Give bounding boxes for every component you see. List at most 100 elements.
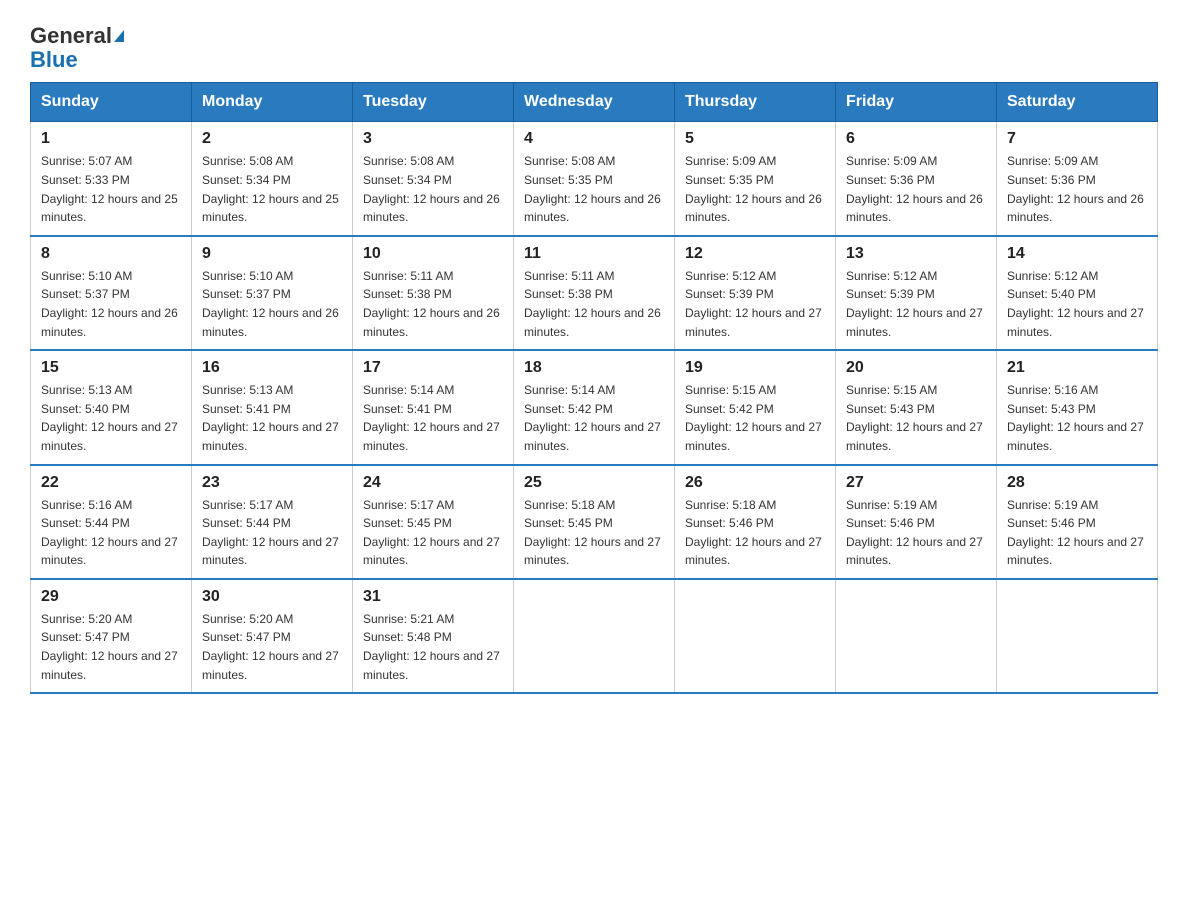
day-number: 4 [524,130,664,148]
calendar-cell: 10 Sunrise: 5:11 AMSunset: 5:38 PMDaylig… [353,236,514,350]
day-info: Sunrise: 5:11 AMSunset: 5:38 PMDaylight:… [363,269,500,339]
calendar-week-row: 29 Sunrise: 5:20 AMSunset: 5:47 PMDaylig… [31,579,1158,693]
day-info: Sunrise: 5:15 AMSunset: 5:42 PMDaylight:… [685,383,822,453]
day-info: Sunrise: 5:20 AMSunset: 5:47 PMDaylight:… [202,612,339,682]
day-number: 23 [202,474,342,492]
logo: General Blue [30,20,124,72]
calendar-cell: 1 Sunrise: 5:07 AMSunset: 5:33 PMDayligh… [31,122,192,236]
day-number: 25 [524,474,664,492]
day-info: Sunrise: 5:17 AMSunset: 5:45 PMDaylight:… [363,498,500,568]
calendar-cell: 3 Sunrise: 5:08 AMSunset: 5:34 PMDayligh… [353,122,514,236]
day-info: Sunrise: 5:14 AMSunset: 5:42 PMDaylight:… [524,383,661,453]
day-info: Sunrise: 5:21 AMSunset: 5:48 PMDaylight:… [363,612,500,682]
day-info: Sunrise: 5:19 AMSunset: 5:46 PMDaylight:… [1007,498,1144,568]
calendar-cell [675,579,836,693]
day-number: 9 [202,245,342,263]
day-info: Sunrise: 5:16 AMSunset: 5:44 PMDaylight:… [41,498,178,568]
day-number: 14 [1007,245,1147,263]
calendar-cell: 19 Sunrise: 5:15 AMSunset: 5:42 PMDaylig… [675,350,836,464]
calendar-cell: 15 Sunrise: 5:13 AMSunset: 5:40 PMDaylig… [31,350,192,464]
day-number: 7 [1007,130,1147,148]
day-number: 10 [363,245,503,263]
day-number: 18 [524,359,664,377]
day-info: Sunrise: 5:07 AMSunset: 5:33 PMDaylight:… [41,154,178,224]
calendar-weekday-tuesday: Tuesday [353,83,514,122]
calendar-weekday-thursday: Thursday [675,83,836,122]
calendar-week-row: 15 Sunrise: 5:13 AMSunset: 5:40 PMDaylig… [31,350,1158,464]
day-info: Sunrise: 5:20 AMSunset: 5:47 PMDaylight:… [41,612,178,682]
calendar-cell: 9 Sunrise: 5:10 AMSunset: 5:37 PMDayligh… [192,236,353,350]
day-info: Sunrise: 5:13 AMSunset: 5:41 PMDaylight:… [202,383,339,453]
calendar-cell: 26 Sunrise: 5:18 AMSunset: 5:46 PMDaylig… [675,465,836,579]
day-number: 1 [41,130,181,148]
calendar-week-row: 1 Sunrise: 5:07 AMSunset: 5:33 PMDayligh… [31,122,1158,236]
logo-triangle-icon [114,30,124,42]
calendar-cell: 5 Sunrise: 5:09 AMSunset: 5:35 PMDayligh… [675,122,836,236]
calendar-cell: 17 Sunrise: 5:14 AMSunset: 5:41 PMDaylig… [353,350,514,464]
day-number: 8 [41,245,181,263]
day-number: 2 [202,130,342,148]
day-number: 22 [41,474,181,492]
day-number: 15 [41,359,181,377]
day-number: 16 [202,359,342,377]
day-info: Sunrise: 5:09 AMSunset: 5:36 PMDaylight:… [1007,154,1144,224]
calendar-week-row: 8 Sunrise: 5:10 AMSunset: 5:37 PMDayligh… [31,236,1158,350]
day-info: Sunrise: 5:12 AMSunset: 5:40 PMDaylight:… [1007,269,1144,339]
day-info: Sunrise: 5:17 AMSunset: 5:44 PMDaylight:… [202,498,339,568]
day-number: 24 [363,474,503,492]
day-info: Sunrise: 5:15 AMSunset: 5:43 PMDaylight:… [846,383,983,453]
day-number: 5 [685,130,825,148]
calendar-weekday-wednesday: Wednesday [514,83,675,122]
day-number: 13 [846,245,986,263]
day-info: Sunrise: 5:18 AMSunset: 5:45 PMDaylight:… [524,498,661,568]
calendar-cell: 20 Sunrise: 5:15 AMSunset: 5:43 PMDaylig… [836,350,997,464]
calendar-cell [514,579,675,693]
calendar-cell: 4 Sunrise: 5:08 AMSunset: 5:35 PMDayligh… [514,122,675,236]
calendar-weekday-saturday: Saturday [997,83,1158,122]
day-number: 29 [41,588,181,606]
calendar-table: SundayMondayTuesdayWednesdayThursdayFrid… [30,82,1158,694]
calendar-cell: 18 Sunrise: 5:14 AMSunset: 5:42 PMDaylig… [514,350,675,464]
logo-general: General [30,24,112,48]
day-info: Sunrise: 5:10 AMSunset: 5:37 PMDaylight:… [202,269,339,339]
day-info: Sunrise: 5:14 AMSunset: 5:41 PMDaylight:… [363,383,500,453]
calendar-cell: 30 Sunrise: 5:20 AMSunset: 5:47 PMDaylig… [192,579,353,693]
day-info: Sunrise: 5:09 AMSunset: 5:35 PMDaylight:… [685,154,822,224]
day-info: Sunrise: 5:09 AMSunset: 5:36 PMDaylight:… [846,154,983,224]
day-info: Sunrise: 5:16 AMSunset: 5:43 PMDaylight:… [1007,383,1144,453]
calendar-cell: 13 Sunrise: 5:12 AMSunset: 5:39 PMDaylig… [836,236,997,350]
calendar-cell: 29 Sunrise: 5:20 AMSunset: 5:47 PMDaylig… [31,579,192,693]
day-info: Sunrise: 5:12 AMSunset: 5:39 PMDaylight:… [685,269,822,339]
day-info: Sunrise: 5:08 AMSunset: 5:34 PMDaylight:… [202,154,339,224]
calendar-cell: 8 Sunrise: 5:10 AMSunset: 5:37 PMDayligh… [31,236,192,350]
day-number: 19 [685,359,825,377]
calendar-cell: 23 Sunrise: 5:17 AMSunset: 5:44 PMDaylig… [192,465,353,579]
calendar-cell: 22 Sunrise: 5:16 AMSunset: 5:44 PMDaylig… [31,465,192,579]
day-number: 3 [363,130,503,148]
calendar-week-row: 22 Sunrise: 5:16 AMSunset: 5:44 PMDaylig… [31,465,1158,579]
calendar-cell: 27 Sunrise: 5:19 AMSunset: 5:46 PMDaylig… [836,465,997,579]
logo-blue-text: Blue [30,48,78,72]
calendar-header-row: SundayMondayTuesdayWednesdayThursdayFrid… [31,83,1158,122]
day-number: 28 [1007,474,1147,492]
day-number: 21 [1007,359,1147,377]
day-number: 20 [846,359,986,377]
day-info: Sunrise: 5:19 AMSunset: 5:46 PMDaylight:… [846,498,983,568]
calendar-weekday-monday: Monday [192,83,353,122]
day-number: 27 [846,474,986,492]
day-number: 17 [363,359,503,377]
day-info: Sunrise: 5:11 AMSunset: 5:38 PMDaylight:… [524,269,661,339]
day-number: 6 [846,130,986,148]
day-info: Sunrise: 5:08 AMSunset: 5:35 PMDaylight:… [524,154,661,224]
day-number: 12 [685,245,825,263]
calendar-cell: 21 Sunrise: 5:16 AMSunset: 5:43 PMDaylig… [997,350,1158,464]
calendar-cell: 14 Sunrise: 5:12 AMSunset: 5:40 PMDaylig… [997,236,1158,350]
day-info: Sunrise: 5:12 AMSunset: 5:39 PMDaylight:… [846,269,983,339]
page-header: General Blue [30,20,1158,72]
calendar-cell: 11 Sunrise: 5:11 AMSunset: 5:38 PMDaylig… [514,236,675,350]
calendar-weekday-sunday: Sunday [31,83,192,122]
calendar-cell: 2 Sunrise: 5:08 AMSunset: 5:34 PMDayligh… [192,122,353,236]
day-info: Sunrise: 5:08 AMSunset: 5:34 PMDaylight:… [363,154,500,224]
calendar-cell: 25 Sunrise: 5:18 AMSunset: 5:45 PMDaylig… [514,465,675,579]
day-number: 26 [685,474,825,492]
